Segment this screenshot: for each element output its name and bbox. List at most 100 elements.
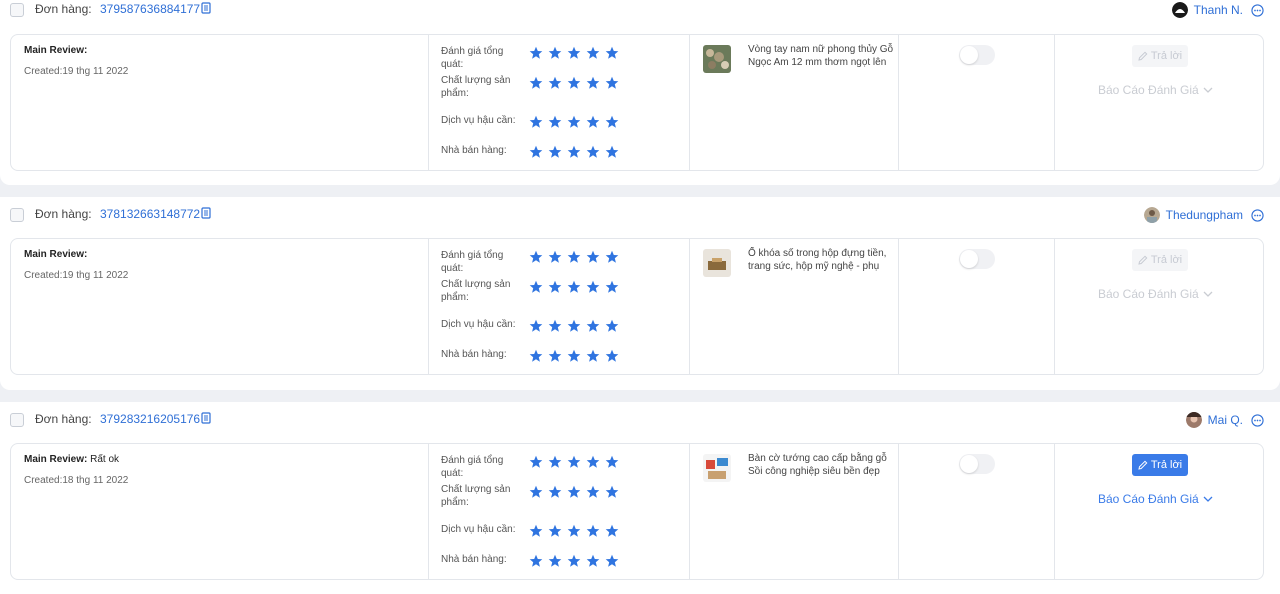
product-thumbnail[interactable] [703, 249, 731, 277]
rating-label: Đánh giá tổng quát: [441, 250, 504, 274]
star-rating [529, 46, 624, 60]
copy-icon[interactable] [201, 207, 211, 219]
select-checkbox[interactable] [10, 208, 24, 222]
review-body: Main Review: Created:19 thg 11 2022 Đánh… [10, 34, 1264, 171]
rating-row-logistics: Dịch vụ hậu cần: [441, 114, 681, 138]
review-card: Đơn hàng: 378132663148772 Thedungpham Ma… [0, 197, 1280, 390]
copy-icon[interactable] [201, 2, 211, 14]
star-icon [567, 485, 581, 498]
report-review-dropdown[interactable]: Báo Cáo Đánh Giá [1098, 83, 1214, 97]
reply-label: Trả lời [1150, 254, 1183, 266]
review-card: Đơn hàng: 379587636884177 Thanh N. Main … [0, 0, 1280, 185]
report-label: Báo Cáo Đánh Giá [1098, 83, 1199, 97]
main-review: Main Review: [24, 249, 87, 260]
rating-row-quality: Chất lượng sản phẩm: [441, 74, 681, 99]
star-icon [605, 455, 619, 468]
product-thumbnail[interactable] [703, 45, 731, 73]
rating-row-seller: Nhà bán hàng: [441, 553, 681, 577]
star-rating [529, 115, 624, 129]
product-thumbnail[interactable] [703, 454, 731, 482]
star-icon [586, 319, 600, 332]
column-divider [689, 444, 690, 579]
star-icon [567, 46, 581, 59]
reply-button[interactable]: Trả lời [1132, 249, 1188, 271]
star-icon [529, 115, 543, 128]
created-value: 18 thg 11 2022 [62, 475, 129, 486]
rating-label: Đánh giá tổng quát: [441, 46, 504, 70]
star-icon [605, 485, 619, 498]
star-icon [605, 76, 619, 89]
rating-row-logistics: Dịch vụ hậu cần: [441, 318, 681, 342]
column-divider [898, 239, 899, 374]
more-options-icon[interactable] [1251, 413, 1264, 427]
rating-label: Nhà bán hàng: [441, 554, 507, 565]
star-icon [529, 524, 543, 537]
review-body: Main Review: Created:19 thg 11 2022 Đánh… [10, 238, 1264, 375]
star-icon [586, 145, 600, 158]
rating-row-seller: Nhà bán hàng: [441, 348, 681, 372]
username[interactable]: Mai Q. [1208, 413, 1243, 427]
column-divider [689, 239, 690, 374]
order-label: Đơn hàng: [35, 412, 92, 426]
star-rating [529, 250, 624, 264]
main-review: Main Review: Rất ok [24, 454, 119, 465]
visibility-toggle[interactable] [959, 454, 995, 474]
star-icon [605, 115, 619, 128]
rating-row-overall: Đánh giá tổng quát: [441, 249, 681, 274]
star-icon [586, 76, 600, 89]
toggle-knob [960, 455, 978, 473]
star-icon [529, 145, 543, 158]
star-icon [586, 485, 600, 498]
star-icon [567, 145, 581, 158]
column-divider [428, 239, 429, 374]
star-icon [529, 76, 543, 89]
star-icon [586, 349, 600, 362]
pen-icon [1138, 51, 1148, 61]
order-id-link[interactable]: 379283216205176 [100, 412, 200, 426]
username[interactable]: Thanh N. [1194, 3, 1243, 17]
star-icon [605, 46, 619, 59]
star-icon [605, 145, 619, 158]
rating-label: Chất lượng sản phẩm: [441, 75, 511, 99]
main-review-label: Main Review: [24, 454, 88, 465]
created-label: Created: [24, 475, 63, 486]
reply-button[interactable]: Trả lời [1132, 45, 1188, 67]
order-id-link[interactable]: 379587636884177 [100, 2, 200, 16]
report-label: Báo Cáo Đánh Giá [1098, 287, 1199, 301]
column-divider [1054, 35, 1055, 170]
select-checkbox[interactable] [10, 413, 24, 427]
visibility-toggle[interactable] [959, 45, 995, 65]
select-checkbox[interactable] [10, 3, 24, 17]
rating-label: Nhà bán hàng: [441, 349, 507, 360]
report-review-dropdown[interactable]: Báo Cáo Đánh Giá [1098, 492, 1214, 506]
reply-button[interactable]: Trả lời [1132, 454, 1188, 476]
star-icon [529, 349, 543, 362]
chevron-down-icon [1203, 87, 1213, 93]
username[interactable]: Thedungpham [1166, 208, 1243, 222]
star-icon [548, 46, 562, 59]
chevron-down-icon [1203, 291, 1213, 297]
rating-label: Chất lượng sản phẩm: [441, 279, 511, 303]
star-icon [548, 250, 562, 263]
visibility-toggle[interactable] [959, 249, 995, 269]
star-icon [586, 115, 600, 128]
toggle-knob [960, 250, 978, 268]
star-icon [548, 524, 562, 537]
rating-row-overall: Đánh giá tổng quát: [441, 45, 681, 70]
star-icon [529, 280, 543, 293]
product-name[interactable]: Ổ khóa số trong hộp đựng tiền, trang sức… [748, 247, 898, 274]
rating-label: Đánh giá tổng quát: [441, 455, 504, 479]
product-name[interactable]: Vòng tay nam nữ phong thủy Gỗ Ngọc Am 12… [748, 43, 898, 70]
more-options-icon[interactable] [1251, 3, 1264, 17]
copy-icon[interactable] [201, 412, 211, 424]
star-icon [567, 250, 581, 263]
column-divider [898, 444, 899, 579]
order-id-link[interactable]: 378132663148772 [100, 207, 200, 221]
report-review-dropdown[interactable]: Báo Cáo Đánh Giá [1098, 287, 1214, 301]
star-icon [548, 145, 562, 158]
user-info: Mai Q. [1185, 410, 1264, 430]
star-icon [548, 455, 562, 468]
order-label: Đơn hàng: [35, 207, 92, 221]
more-options-icon[interactable] [1251, 208, 1264, 222]
product-name[interactable]: Bàn cờ tướng cao cấp bằng gỗ Sồi công ng… [748, 452, 898, 479]
